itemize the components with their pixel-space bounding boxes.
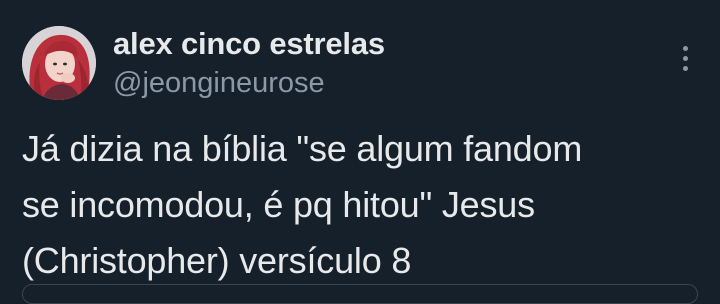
media-card[interactable] bbox=[22, 284, 698, 304]
tweet-text: Já dizia na bíblia "se algum fandom se i… bbox=[22, 121, 702, 289]
tweet-text-line: (Christopher) versículo 8 bbox=[22, 240, 412, 281]
author-handle[interactable]: @jeongineurose bbox=[113, 66, 325, 100]
author-display-name[interactable]: alex cinco estrelas bbox=[113, 26, 385, 62]
tweet-text-line: se incomodou, é pq hitou" Jesus bbox=[22, 184, 535, 225]
avatar-image bbox=[22, 26, 96, 100]
more-options-button[interactable] bbox=[668, 38, 702, 78]
more-vertical-icon bbox=[682, 45, 688, 51]
more-vertical-icon-dot bbox=[682, 55, 688, 61]
tweet-text-line: Já dizia na bíblia "se algum fandom bbox=[22, 128, 583, 169]
more-vertical-icon-dot bbox=[682, 65, 688, 71]
tweet: alex cinco estrelas @jeongineurose Já di… bbox=[0, 0, 720, 304]
avatar[interactable] bbox=[22, 26, 96, 100]
